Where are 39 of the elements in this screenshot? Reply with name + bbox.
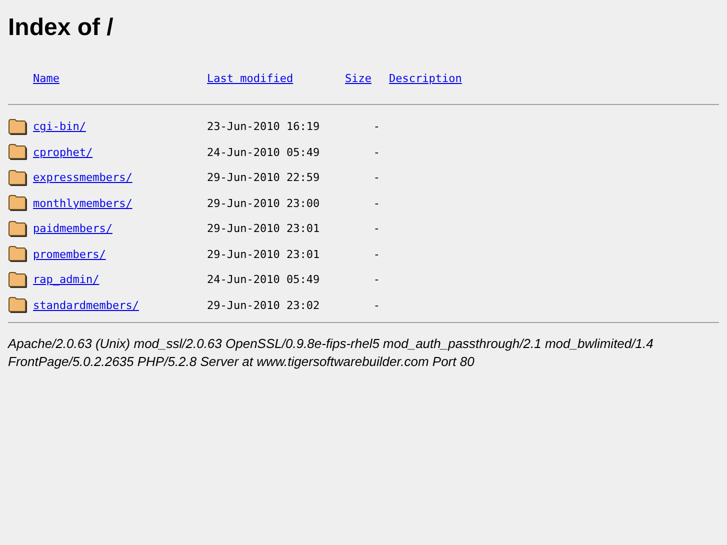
server-signature: FrontPage/5.0.2.2635 PHP/5.2.8 Server at www.tigersoftwarebuilder.com Port 80 xyxy=(8,353,474,371)
size-cell-text: - xyxy=(373,222,381,236)
page-title: Index of / xyxy=(8,13,114,43)
folder-icon xyxy=(8,143,28,162)
modified-date: 29-Jun-2010 23:00 xyxy=(207,196,321,210)
column-header-link[interactable]: Description xyxy=(389,72,462,96)
directory-link[interactable]: paidmembers/ xyxy=(33,216,112,242)
folder-icon xyxy=(8,194,28,212)
size-cell-text: - xyxy=(373,196,381,210)
directory-link[interactable]: promembers/ xyxy=(33,242,106,267)
size-cell-text: - xyxy=(373,120,381,134)
directory-link[interactable]: expressmembers/ xyxy=(33,165,132,190)
folder-icon xyxy=(8,118,28,136)
size-cell-text: - xyxy=(373,298,381,312)
server-signature: Apache/2.0.63 (Unix) mod_ssl/2.0.63 OpenSSL/0.9.8e-fips-rhel5 mod_auth_passthrough/2.1 mod_bwlimited/1.4 xyxy=(8,335,654,353)
size-cell-text: - xyxy=(373,248,381,261)
folder-icon xyxy=(8,270,28,289)
modified-date: 29-Jun-2010 23:01 xyxy=(207,248,321,261)
modified-date: 24-Jun-2010 05:49 xyxy=(207,273,321,286)
column-header-link[interactable]: Size xyxy=(345,72,372,96)
size-cell-text: - xyxy=(373,273,381,286)
size-cell-text: - xyxy=(373,146,381,159)
directory-link[interactable]: monthlymembers/ xyxy=(33,190,132,216)
modified-date: 29-Jun-2010 23:01 xyxy=(207,222,321,236)
modified-date: 24-Jun-2010 05:49 xyxy=(207,146,321,159)
directory-link[interactable]: rap_admin/ xyxy=(33,267,100,292)
column-header-link[interactable]: Last modified xyxy=(207,72,294,96)
folder-icon xyxy=(8,245,28,264)
size-cell-text: - xyxy=(373,171,381,184)
folder-icon xyxy=(8,296,28,314)
directory-link[interactable]: cgi-bin/ xyxy=(33,114,86,140)
column-header-link[interactable]: Name xyxy=(33,72,60,96)
directory-link[interactable]: standardmembers/ xyxy=(33,292,139,318)
folder-icon xyxy=(8,168,28,187)
modified-date: 23-Jun-2010 16:19 xyxy=(207,120,321,134)
folder-icon xyxy=(8,220,28,238)
modified-date: 29-Jun-2010 22:59 xyxy=(207,171,321,184)
modified-date: 29-Jun-2010 23:02 xyxy=(207,298,321,312)
directory-link[interactable]: cprophet/ xyxy=(33,140,93,165)
